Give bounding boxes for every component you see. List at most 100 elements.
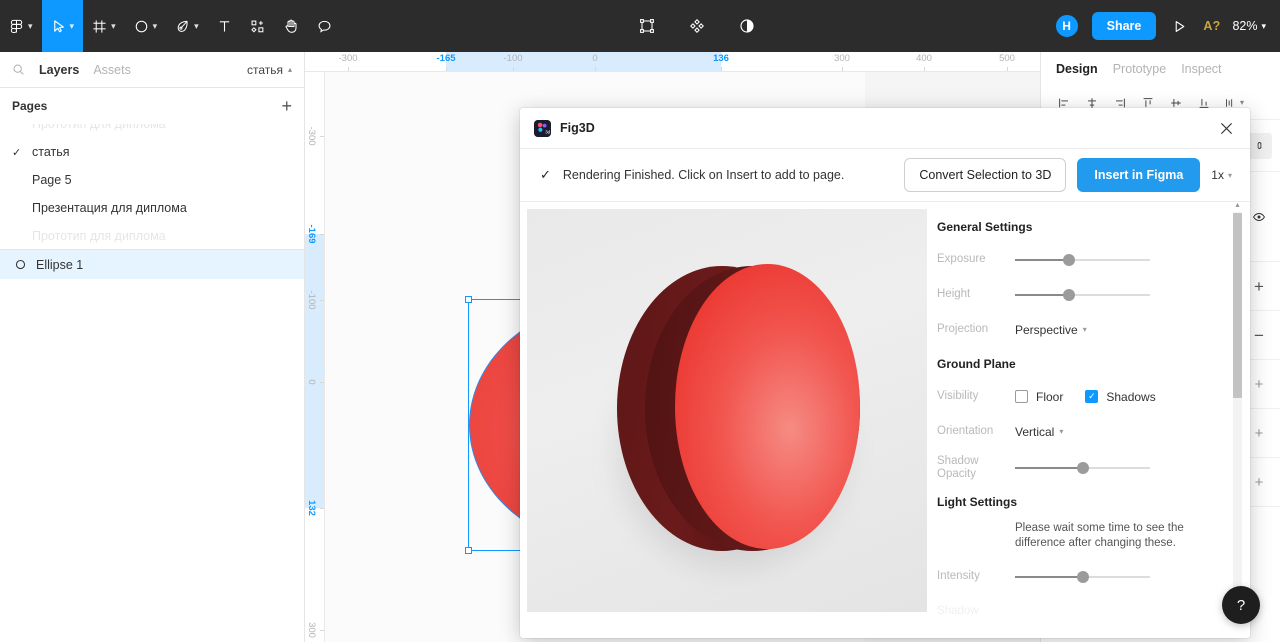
list-item[interactable]: ✓ статья [0,138,304,166]
add-page-icon[interactable]: + [281,97,292,115]
list-item[interactable]: Прототип для диплома [0,124,304,138]
page-selector[interactable]: статья ▴ [247,63,292,77]
tab-assets[interactable]: Assets [93,63,131,77]
accessibility-badge[interactable]: A? [1203,19,1220,33]
projection-dropdown[interactable]: Perspective ▾ [1015,323,1087,337]
move-tool-icon[interactable]: ▾ [41,0,84,52]
slider-thumb[interactable] [1063,288,1075,301]
shape-tool-icon[interactable]: ▾ [125,0,167,52]
resources-tool-icon[interactable] [241,0,274,52]
left-sidebar: Layers Assets статья ▴ Pages + Прототип … [0,52,305,642]
render-preview[interactable] [527,209,927,612]
render-front-face [675,264,860,549]
next-setting-row: Shadow [937,598,1250,625]
horizontal-ruler[interactable]: -300 -165 -100 0 136 300 400 500 [305,52,1040,72]
list-item[interactable]: Презентация для диплома [0,194,304,222]
pages-title: Pages [12,99,48,113]
checkbox-box [1015,390,1028,403]
general-settings-heading: General Settings [937,220,1033,234]
exposure-row: Exposure [937,246,1250,273]
exposure-label: Exposure [937,253,986,265]
scrollbar-thumb[interactable] [1233,213,1242,398]
page-label: статья [32,145,70,159]
orientation-dropdown[interactable]: Vertical ▾ [1015,425,1063,439]
convert-selection-to-3d-button[interactable]: Convert Selection to 3D [904,158,1067,192]
orientation-row: Orientation Vertical ▾ [937,418,1250,445]
chevron-down-icon: ▾ [111,20,116,31]
tab-prototype[interactable]: Prototype [1113,62,1167,76]
floor-checkbox[interactable]: Floor [1015,390,1063,404]
ruler-tick-label: 400 [916,53,932,64]
ruler-tick-label: -300 [306,126,317,146]
scale-dropdown[interactable]: 1x ▾ [1211,168,1232,182]
shadows-label: Shadows [1106,389,1156,404]
page-label: Прототип для диплома [32,229,166,243]
exposure-slider[interactable] [1015,253,1150,267]
scale-tool-icon[interactable] [630,0,664,52]
ruler-tick-label: -169 [306,224,317,244]
list-item[interactable]: Прототип для диплома [0,222,304,249]
shadows-checkbox[interactable]: ✓ Shadows [1085,389,1156,404]
vertical-ruler[interactable]: -300 -169 -100 0 132 300 [305,72,325,642]
slider-thumb[interactable] [1063,253,1075,266]
help-button[interactable]: ? [1222,586,1260,624]
light-settings-note: Please wait some time to see the differe… [1015,522,1184,549]
ruler-tick-mark [348,67,349,71]
ruler-tick-mark [842,67,843,71]
tab-layers[interactable]: Layers [39,63,79,77]
projection-value: Perspective [1015,322,1078,337]
tab-design[interactable]: Design [1056,62,1098,76]
tab-inspect[interactable]: Inspect [1181,62,1221,76]
plugin-titlebar: 3d Fig3D [520,108,1250,149]
ruler-tick-mark [320,508,324,509]
pages-header: Pages + [0,88,304,124]
zoom-control[interactable]: 82% ▾ [1232,19,1266,33]
settings-scrollbar[interactable]: ▲ [1233,202,1242,605]
pen-tool-icon[interactable]: ▾ [166,0,208,52]
hand-tool-icon[interactable] [274,0,308,52]
pages-list: Прототип для диплома ✓ статья Page 5 Пре… [0,124,304,249]
components-icon[interactable] [680,0,714,52]
ruler-tick-mark [924,67,925,71]
right-panel-tabs: Design Prototype Inspect [1041,52,1280,86]
light-settings-heading: Light Settings [937,495,1017,509]
contrast-icon[interactable] [730,0,764,52]
slider-thumb[interactable] [1077,461,1089,474]
shadow-opacity-slider[interactable] [1015,461,1150,475]
insert-in-figma-button[interactable]: Insert in Figma [1077,158,1201,192]
chevron-down-icon: ▾ [1261,20,1267,31]
fig3d-logo-icon: 3d [534,119,551,137]
present-play-icon[interactable] [1168,19,1191,34]
intensity-slider[interactable] [1015,570,1150,584]
avatar[interactable]: H [1053,13,1080,39]
chevron-down-icon: ▾ [1227,170,1232,180]
layer-row-ellipse-1[interactable]: Ellipse 1 [0,250,304,279]
ellipse-icon [14,258,27,271]
ruler-tick-label: 132 [306,500,317,516]
sidebar-tabs: Layers Assets статья ▴ [0,52,304,88]
ruler-tick-label: 0 [592,53,598,64]
close-icon[interactable] [1216,118,1236,138]
horizontal-ruler-selection-range [446,52,721,71]
share-button[interactable]: Share [1091,12,1157,40]
orientation-label: Orientation [937,425,994,437]
list-item[interactable]: Page 5 [0,166,304,194]
page-label: Презентация для диплома [32,201,187,215]
frame-tool-icon[interactable]: ▾ [83,0,125,52]
search-icon[interactable] [12,63,25,76]
scroll-up-icon[interactable]: ▲ [1233,202,1242,209]
comment-tool-icon[interactable] [308,0,341,52]
chevron-down-icon: ▾ [1059,427,1064,436]
top-toolbar: ▾ ▾ ▾ ▾ ▾ H Share A? 82% ▾ [0,0,1280,52]
height-row: Height [937,281,1250,308]
slider-thumb[interactable] [1077,570,1089,583]
figma-menu-icon[interactable]: ▾ [0,0,42,52]
ruler-tick-label: 0 [306,379,317,385]
height-slider[interactable] [1015,288,1150,302]
text-tool-icon[interactable] [208,0,241,52]
ruler-tick-mark [320,382,324,383]
intensity-row: Intensity [937,563,1250,590]
next-setting-label: Shadow [937,605,979,617]
ruler-tick-mark [320,136,324,137]
zoom-level-label: 82% [1232,19,1258,33]
